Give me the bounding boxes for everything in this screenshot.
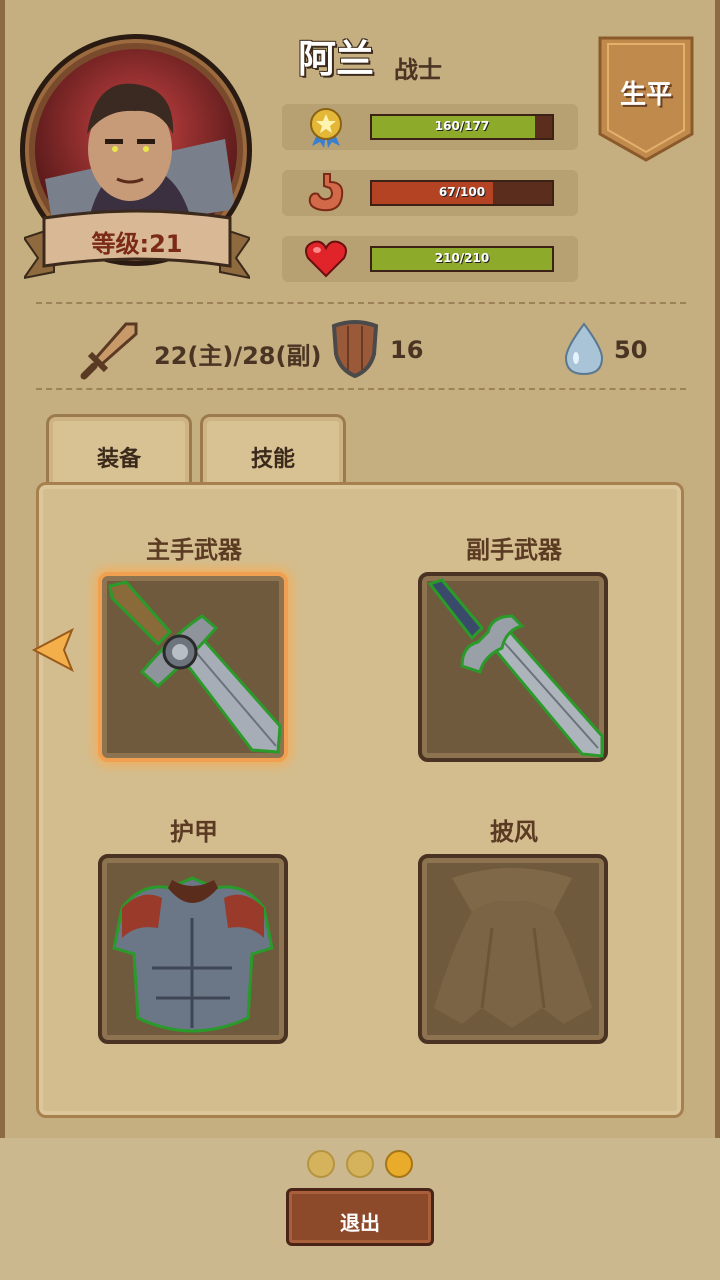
armor-title: 护甲 [170,818,218,846]
exp-row: 160/177 [282,104,578,150]
stomach-icon [304,172,348,214]
divider [36,302,686,304]
attack-value: 22(主)/28(副) [154,342,322,370]
defense-value: 16 [390,336,424,364]
level-label: 等级:21 [91,230,183,258]
level-ribbon: 等级:21 [21,208,253,282]
tab-label: 技能 [250,447,295,472]
hunger-value: 67/100 [438,185,486,199]
cloak-slot[interactable] [418,854,608,1044]
exp-bar: 160/177 [370,114,554,140]
divider [36,388,686,390]
health-bar: 210/210 [370,246,554,272]
armor-slot[interactable] [98,854,288,1044]
exit-label: 退出 [340,1211,380,1235]
off-weapon-slot[interactable] [418,572,608,762]
page-dot-3[interactable] [385,1150,413,1178]
hunger-bar: 67/100 [370,180,554,206]
page-dot-2[interactable] [346,1150,374,1178]
shield-icon [330,318,380,379]
medal-icon [304,106,348,148]
tab-skills[interactable]: 技能 [200,414,346,488]
tab-equipment[interactable]: 装备 [46,414,192,488]
bio-button[interactable]: 生平 [596,34,696,162]
main-weapon-slot[interactable] [98,572,288,762]
water-drop-icon [562,322,606,376]
exit-button[interactable]: 退出 [286,1188,434,1246]
hunger-row: 67/100 [282,170,578,216]
health-row: 210/210 [282,236,578,282]
main-weapon-title: 主手武器 [146,536,242,564]
character-name: 阿兰 [298,37,375,81]
prev-page-arrow-icon[interactable] [30,626,76,674]
attack-icon [80,320,140,380]
character-class: 战士 [394,56,442,84]
cloak-title: 披风 [490,818,538,846]
bio-label: 生平 [619,80,672,110]
exp-value: 160/177 [434,119,490,133]
page-dot-1[interactable] [307,1150,335,1178]
heart-icon [304,238,348,280]
off-weapon-title: 副手武器 [466,536,562,564]
health-value: 210/210 [434,251,490,265]
tab-label: 装备 [96,447,141,472]
water-value: 50 [614,336,648,364]
